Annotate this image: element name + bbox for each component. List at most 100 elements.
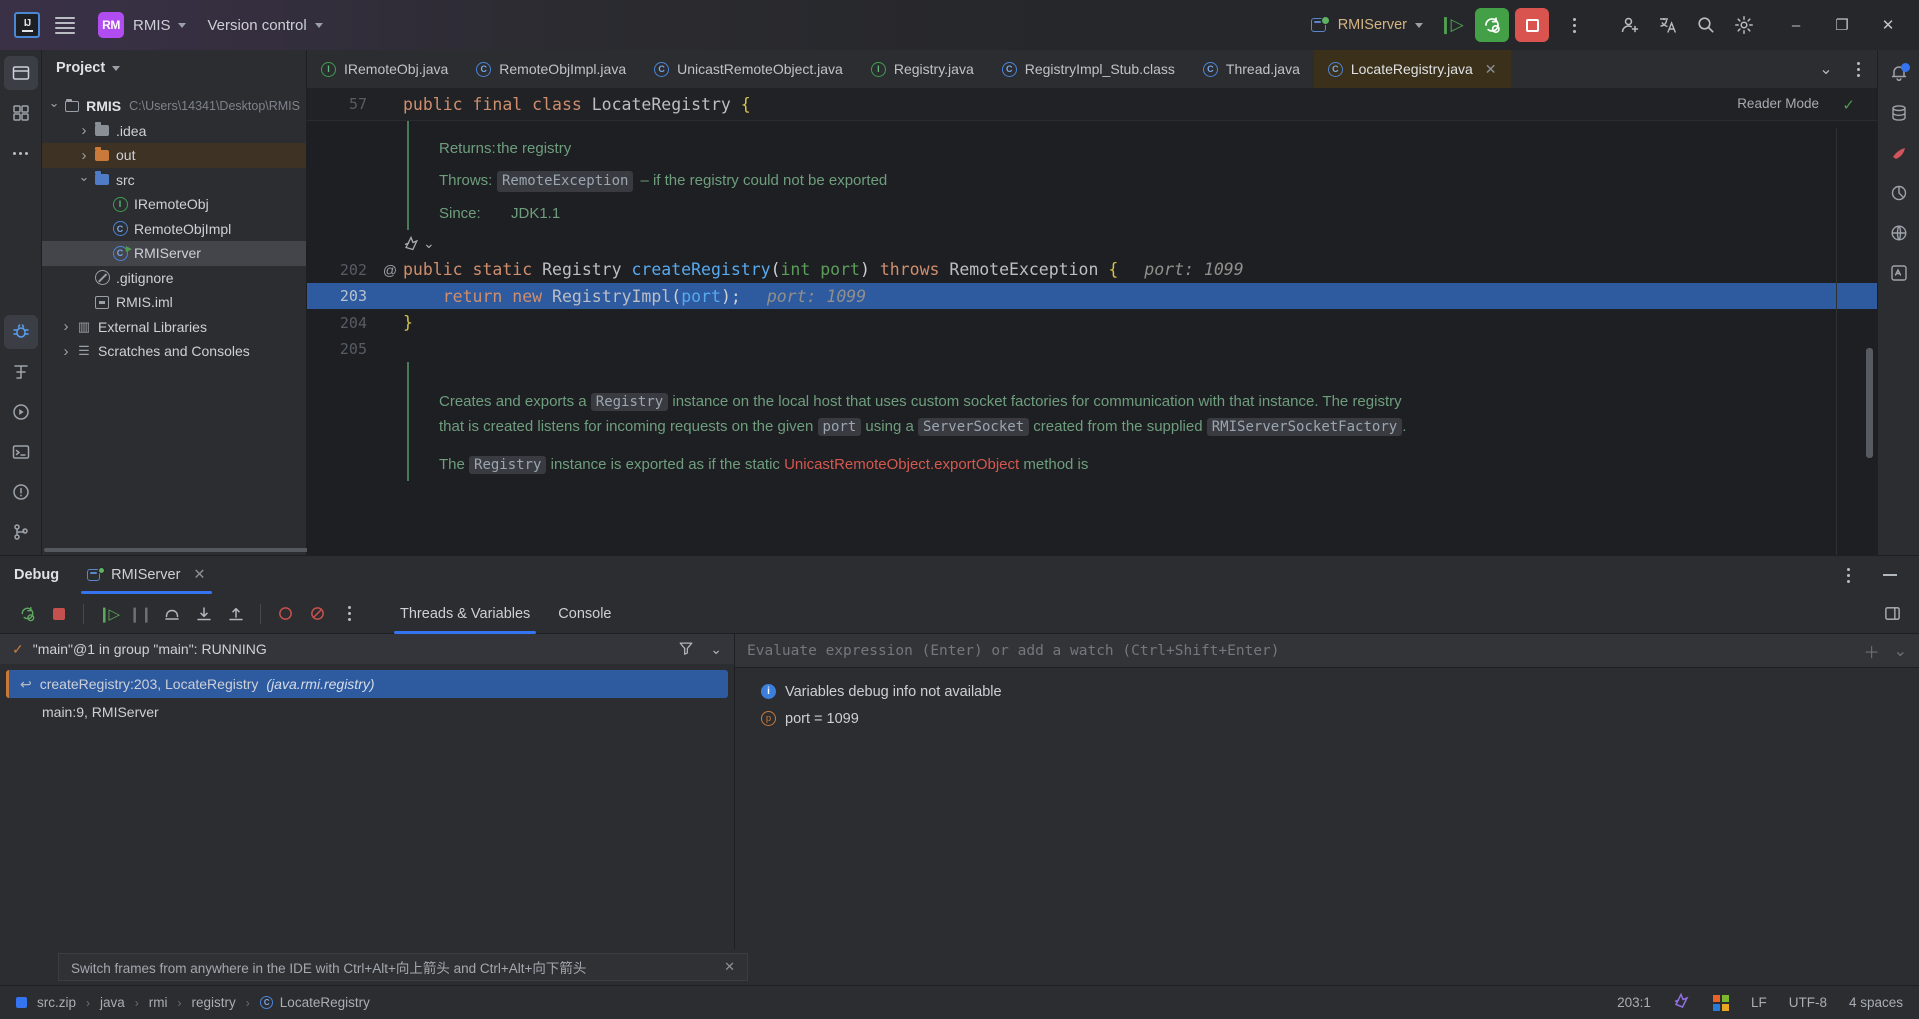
tree-expander-icon[interactable]: [46, 98, 62, 114]
tree-item--gitignore[interactable]: .gitignore: [42, 266, 306, 291]
chevron-down-icon[interactable]: [177, 22, 186, 28]
breadcrumb-item[interactable]: src.zip: [37, 995, 76, 1010]
translation-panel-icon[interactable]: [1882, 256, 1916, 290]
debug-subtab-console[interactable]: Console: [546, 594, 623, 634]
ai-assistant-status-icon[interactable]: [1673, 992, 1691, 1014]
inspection-status-icon[interactable]: ✓: [1842, 96, 1855, 114]
line-separator[interactable]: LF: [1751, 995, 1767, 1010]
project-panel-header[interactable]: Project: [42, 50, 306, 86]
view-breakpoints-icon[interactable]: [270, 599, 300, 629]
step-out-icon[interactable]: [221, 599, 251, 629]
endpoints-icon[interactable]: [1882, 216, 1916, 250]
thread-selector[interactable]: ✓ "main"@1 in group "main": RUNNING ⌄: [0, 634, 734, 664]
editor-tab-locateregistry-java[interactable]: C LocateRegistry.java ✕: [1313, 50, 1511, 88]
add-watch-icon[interactable]: ＋: [1864, 639, 1880, 663]
editor-tab-thread-java[interactable]: C Thread.java: [1189, 50, 1314, 88]
variable-row[interactable]: p port = 1099: [761, 705, 1919, 732]
editor-tab-unicastremoteobject-java[interactable]: C UnicastRemoteObject.java: [640, 50, 857, 88]
debug-more-icon[interactable]: [334, 599, 364, 629]
code-line-202[interactable]: 202 @ public static Registry createRegis…: [307, 256, 1877, 283]
javadoc-link-exportobject[interactable]: UnicastRemoteObject.exportObject: [784, 456, 1019, 473]
editor-tab-registry-java[interactable]: I Registry.java: [857, 50, 988, 88]
more-tool-windows-icon[interactable]: [4, 136, 38, 170]
debug-subtab-threads---variables[interactable]: Threads & Variables: [388, 594, 542, 634]
frames-list[interactable]: ↩ createRegistry:203, LocateRegistry (java…: [0, 664, 734, 949]
tree-expander-icon[interactable]: [58, 318, 74, 335]
code-line-204[interactable]: 204 }: [307, 309, 1877, 336]
coverage-icon[interactable]: [1882, 176, 1916, 210]
stack-frame-row[interactable]: ↩ createRegistry:203, LocateRegistry (java…: [6, 670, 728, 698]
reader-mode-label[interactable]: Reader Mode: [1737, 96, 1819, 111]
structure-tool-icon[interactable]: [4, 355, 38, 389]
editor-vertical-scrollbar[interactable]: [1866, 348, 1873, 458]
tree-expander-icon[interactable]: [76, 147, 92, 164]
step-over-icon[interactable]: [157, 599, 187, 629]
app-logo-icon[interactable]: IJ: [8, 6, 46, 44]
chevron-down-icon[interactable]: [314, 22, 323, 28]
tree-item-rmis[interactable]: RMIS C:\Users\14341\Desktop\RMIS: [42, 94, 306, 119]
database-icon[interactable]: [1882, 96, 1916, 130]
search-icon[interactable]: [1687, 6, 1725, 44]
close-icon[interactable]: ✕: [724, 959, 735, 975]
tree-expander-icon[interactable]: [76, 122, 92, 139]
chevron-down-icon[interactable]: ⌄: [1811, 54, 1841, 84]
stack-frame-row[interactable]: main:9, RMIServer: [6, 698, 728, 726]
breadcrumb-item[interactable]: rmi: [149, 995, 168, 1010]
code-line-205[interactable]: 205: [307, 336, 1877, 363]
close-icon[interactable]: ✕: [1485, 61, 1497, 78]
tree-item--idea[interactable]: .idea: [42, 119, 306, 144]
more-actions-button[interactable]: [1555, 6, 1593, 44]
method-gutter-icon[interactable]: @: [377, 262, 403, 278]
account-icon[interactable]: [1611, 6, 1649, 44]
variables-list[interactable]: i Variables debug info not available p port…: [735, 668, 1919, 949]
code-line-203-current[interactable]: 203 return new RegistryImpl(port); port:…: [307, 282, 1877, 310]
resume-program-button[interactable]: ❙▷: [1431, 6, 1469, 44]
code-editor[interactable]: Reader Mode ✓ 57 public final class Loca…: [307, 88, 1877, 555]
file-encoding[interactable]: UTF-8: [1789, 995, 1827, 1010]
editor-tab-iremoteobj-java[interactable]: I IRemoteObj.java: [307, 50, 462, 88]
terminal-tool-icon[interactable]: [4, 435, 38, 469]
indent-setting[interactable]: 4 spaces: [1849, 995, 1903, 1010]
evaluate-expression-bar[interactable]: Evaluate expression (Enter) or add a wat…: [735, 634, 1919, 668]
breadcrumb-item[interactable]: java: [100, 995, 125, 1010]
tree-expander-icon[interactable]: [76, 172, 92, 188]
translate-icon[interactable]: [1649, 6, 1687, 44]
chevron-down-icon[interactable]: ⌄: [710, 641, 722, 658]
stop-icon[interactable]: [44, 599, 74, 629]
settings-gear-icon[interactable]: [1725, 6, 1763, 44]
tree-item-rmis-iml[interactable]: RMIS.iml: [42, 290, 306, 315]
project-name-label[interactable]: RMIS: [133, 17, 171, 34]
tree-item-iremoteobj[interactable]: I IRemoteObj: [42, 192, 306, 217]
maximize-button[interactable]: ❐: [1819, 0, 1865, 50]
tree-item-src[interactable]: src: [42, 168, 306, 193]
version-control-tool-icon[interactable]: [4, 515, 38, 549]
editor-tab-registryimpl-stub-class[interactable]: C RegistryImpl_Stub.class: [988, 50, 1189, 88]
breadcrumb[interactable]: src.zip › java › rmi › registry › C LocateRegistr…: [37, 995, 370, 1010]
notifications-icon[interactable]: [1882, 56, 1916, 90]
close-icon[interactable]: ✕: [193, 567, 205, 583]
tree-item-remoteobjimpl[interactable]: C RemoteObjImpl: [42, 217, 306, 242]
project-tree[interactable]: RMIS C:\Users\14341\Desktop\RMIS .idea out s…: [42, 86, 306, 555]
ai-assistant-icon[interactable]: [1882, 136, 1916, 170]
variable-row[interactable]: i Variables debug info not available: [761, 678, 1919, 705]
chevron-down-icon[interactable]: [112, 65, 121, 71]
mute-breakpoints-icon[interactable]: [302, 599, 332, 629]
run-configuration-selector[interactable]: RMIServer: [1302, 11, 1431, 39]
debug-tool-icon[interactable]: [3, 315, 38, 349]
commit-tool-icon[interactable]: [4, 96, 38, 130]
layout-settings-icon[interactable]: [1877, 599, 1907, 629]
step-into-icon[interactable]: [189, 599, 219, 629]
tree-item-scratches-and-consoles[interactable]: ☰ Scratches and Consoles: [42, 339, 306, 364]
close-window-button[interactable]: ✕: [1865, 0, 1911, 50]
rerun-debug-button[interactable]: [1475, 8, 1509, 42]
windows-logo-icon[interactable]: [1712, 994, 1729, 1011]
rerun-icon[interactable]: [12, 599, 42, 629]
filter-icon[interactable]: [678, 640, 694, 659]
tree-item-out[interactable]: out: [42, 143, 306, 168]
tab-options-icon[interactable]: [1843, 54, 1873, 84]
breadcrumb-item[interactable]: C LocateRegistry: [260, 995, 370, 1010]
caret-position[interactable]: 203:1: [1617, 995, 1651, 1010]
debug-session-tab[interactable]: RMIServer ✕: [81, 556, 213, 594]
minimize-button[interactable]: –: [1773, 0, 1819, 50]
minimize-panel-icon[interactable]: [1875, 560, 1905, 590]
